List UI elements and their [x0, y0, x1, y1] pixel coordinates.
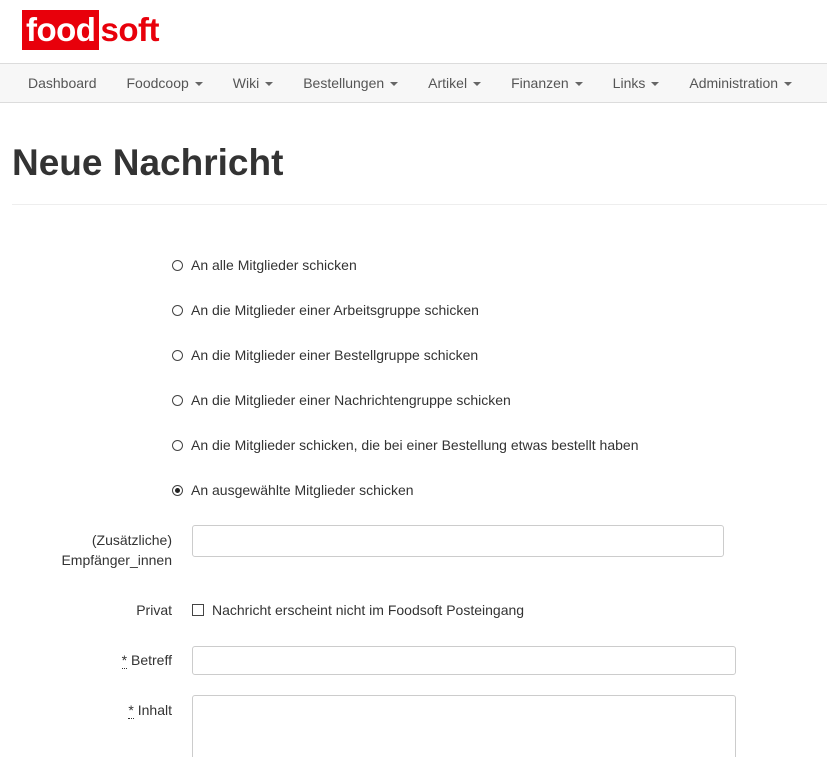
- radio-button[interactable]: [172, 349, 183, 361]
- nav-wiki[interactable]: Wiki: [218, 75, 288, 91]
- radio-all-members[interactable]: An alle Mitglieder schicken: [172, 255, 357, 275]
- caret-down-icon: [651, 82, 660, 87]
- caret-down-icon: [473, 82, 482, 87]
- nav-finanzen[interactable]: Finanzen: [496, 75, 598, 91]
- caret-down-icon: [265, 82, 274, 87]
- title-divider: [12, 204, 827, 205]
- radio-label: An die Mitglieder einer Arbeitsgruppe sc…: [191, 302, 479, 318]
- radio-button[interactable]: [172, 439, 183, 451]
- radio-label: An ausgewählte Mitglieder schicken: [191, 482, 414, 498]
- radio-label: An die Mitglieder einer Bestellgruppe sc…: [191, 347, 479, 363]
- radio-ordergroup[interactable]: An die Mitglieder einer Bestellgruppe sc…: [172, 345, 478, 365]
- foodsoft-logo[interactable]: food soft: [22, 10, 159, 50]
- body-label: * Inhalt: [0, 700, 172, 720]
- nav-wiki-label: Wiki: [232, 75, 260, 91]
- radio-label: An die Mitglieder schicken, die bei eine…: [191, 437, 639, 453]
- nav-administration-label: Administration: [689, 75, 779, 91]
- body-label-text: Inhalt: [137, 702, 172, 718]
- body-textarea[interactable]: [192, 695, 736, 757]
- subject-label: * Betreff: [0, 650, 172, 670]
- nav-finanzen-label: Finanzen: [511, 75, 569, 91]
- page-title: Neue Nachricht: [12, 142, 284, 183]
- radio-button-checked[interactable]: [172, 484, 183, 496]
- nav-dashboard-label: Dashboard: [28, 75, 97, 91]
- caret-down-icon: [784, 82, 793, 87]
- caret-down-icon: [194, 82, 203, 87]
- private-label: Privat: [136, 602, 172, 618]
- private-checkbox-label: Nachricht erscheint nicht im Foodsoft Po…: [212, 602, 525, 618]
- radio-messagegroup[interactable]: An die Mitglieder einer Nachrichtengrupp…: [172, 390, 511, 410]
- required-marker: *: [128, 702, 134, 719]
- logo-food-part: food: [22, 10, 100, 50]
- nav-artikel[interactable]: Artikel: [413, 75, 496, 91]
- radio-button[interactable]: [172, 259, 183, 271]
- additional-recipients-label: (Zusätzliche) Empfänger_innen: [61, 532, 172, 568]
- radio-button[interactable]: [172, 394, 183, 406]
- radio-order-participants[interactable]: An die Mitglieder schicken, die bei eine…: [172, 435, 639, 455]
- additional-recipients-input[interactable]: [192, 525, 724, 557]
- radio-label: An die Mitglieder einer Nachrichtengrupp…: [191, 392, 511, 408]
- radio-selected-members[interactable]: An ausgewählte Mitglieder schicken: [172, 480, 414, 500]
- nav-administration[interactable]: Administration: [674, 75, 807, 91]
- caret-down-icon: [574, 82, 583, 87]
- nav-links[interactable]: Links: [598, 75, 675, 91]
- logo-soft-part: soft: [100, 11, 159, 48]
- nav-dashboard[interactable]: Dashboard: [0, 75, 112, 91]
- radio-label: An alle Mitglieder schicken: [191, 257, 357, 273]
- caret-down-icon: [390, 82, 399, 87]
- nav-bestellungen-label: Bestellungen: [303, 75, 385, 91]
- radio-workgroup[interactable]: An die Mitglieder einer Arbeitsgruppe sc…: [172, 300, 479, 320]
- nav-artikel-label: Artikel: [428, 75, 468, 91]
- nav-foodcoop-label: Foodcoop: [126, 75, 189, 91]
- required-marker: *: [121, 652, 128, 669]
- subject-input[interactable]: [192, 646, 736, 675]
- subject-label-text: Betreff: [131, 652, 172, 668]
- private-checkbox[interactable]: [192, 604, 204, 616]
- main-navbar: Dashboard Foodcoop Wiki Bestellungen Art…: [0, 63, 827, 103]
- radio-button[interactable]: [172, 304, 183, 316]
- private-checkbox-row[interactable]: Nachricht erscheint nicht im Foodsoft Po…: [192, 600, 524, 620]
- nav-bestellungen[interactable]: Bestellungen: [288, 75, 413, 91]
- nav-links-label: Links: [612, 75, 646, 91]
- nav-foodcoop[interactable]: Foodcoop: [112, 75, 218, 91]
